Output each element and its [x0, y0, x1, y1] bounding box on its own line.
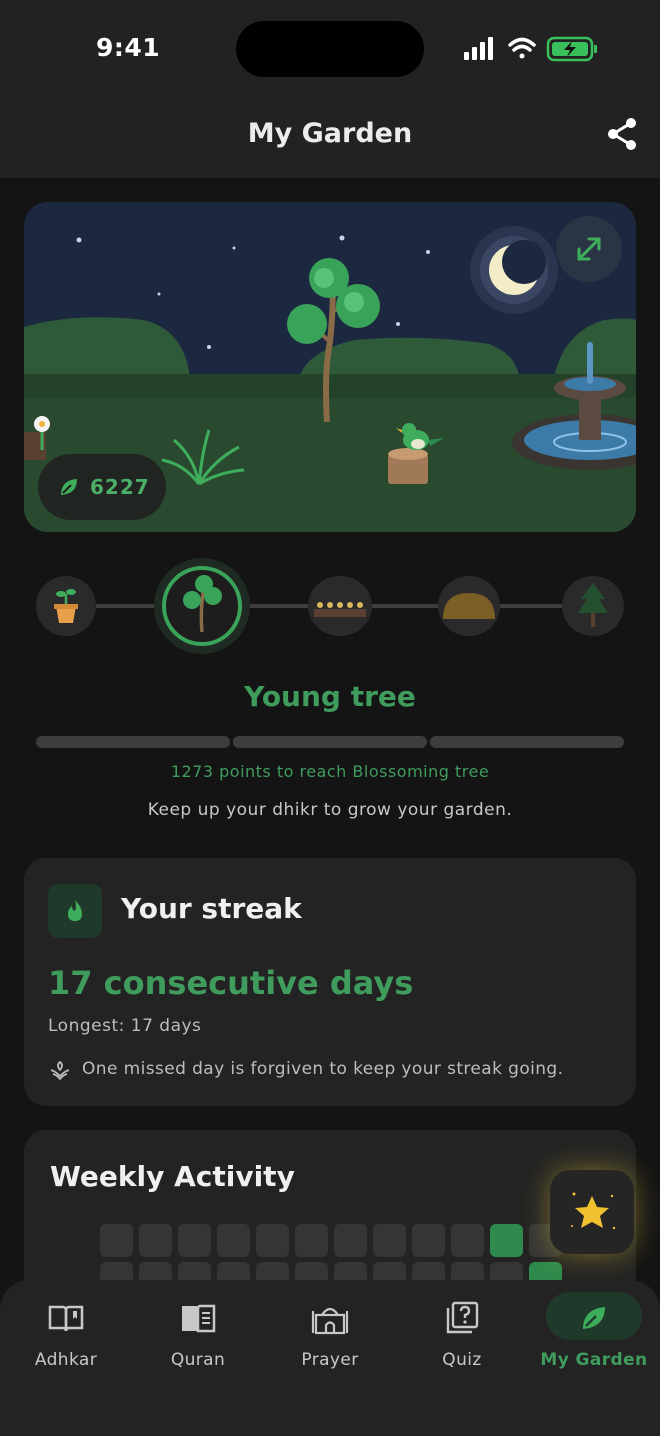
tab-adhkar[interactable]: Adhkar [0, 1290, 132, 1386]
tab-quran[interactable]: Quran [132, 1290, 264, 1386]
pine-tree-icon [578, 583, 608, 627]
young-tree-icon [162, 566, 242, 646]
dynamic-island [236, 21, 424, 77]
stage-connector [372, 604, 438, 608]
leaf-icon [61, 479, 77, 495]
moon-icon [470, 226, 558, 314]
streak-card: Your streak 17 consecutive days Longest:… [24, 858, 636, 1106]
streak-icon-box [48, 884, 102, 938]
signal-icon [464, 37, 493, 60]
share-icon[interactable] [602, 114, 642, 154]
activity-cell [334, 1224, 367, 1257]
activity-cell [217, 1224, 250, 1257]
flame-icon [68, 900, 82, 921]
stage-pine-tree[interactable] [562, 576, 624, 636]
rewards-button[interactable] [550, 1170, 634, 1254]
activity-cell [490, 1224, 523, 1257]
activity-cell [139, 1224, 172, 1257]
growth-stages [0, 556, 660, 656]
tab-label: Prayer [301, 1350, 359, 1370]
points-badge: 6227 [38, 454, 166, 520]
tab-label: Adhkar [34, 1350, 98, 1370]
flower-bed-icon [314, 602, 366, 617]
points-value: 6227 [90, 475, 150, 499]
expand-icon[interactable] [556, 216, 622, 282]
weekly-title: Weekly Activity [50, 1160, 295, 1193]
page-title: My Garden [247, 118, 413, 149]
encouragement-text: Keep up your dhikr to grow your garden. [147, 800, 513, 820]
activity-row [100, 1224, 562, 1257]
progress-segment [233, 736, 427, 748]
stage-connector [96, 604, 158, 608]
stage-title: Young tree [244, 680, 416, 713]
stage-connector [248, 604, 308, 608]
tab-label: My Garden [540, 1350, 648, 1370]
stump [388, 448, 428, 484]
stage-young-tree[interactable] [154, 558, 250, 654]
activity-cell [178, 1224, 211, 1257]
activity-cell [295, 1224, 328, 1257]
progress-segment [430, 736, 624, 748]
potted-sprout-icon [54, 589, 78, 623]
streak-longest: Longest: 17 days [48, 1016, 202, 1036]
status-icons [464, 36, 597, 62]
quiz-icon [446, 1301, 479, 1334]
streak-days: 17 consecutive days [48, 964, 414, 1002]
tab-label: Quran [170, 1350, 226, 1370]
tab-label: Quiz [442, 1350, 482, 1370]
status-time: 9:41 [96, 33, 161, 62]
points-to-next: 1273 points to reach Blossoming tree [170, 762, 490, 781]
stage-seedling[interactable] [36, 576, 96, 636]
activity-cell [100, 1224, 133, 1257]
top-bar: My Garden [0, 100, 660, 178]
bush-icon [443, 593, 495, 619]
star-icon [571, 1192, 616, 1230]
tab-quiz[interactable]: Quiz [396, 1290, 528, 1386]
leaf-icon [583, 1307, 605, 1329]
status-bar: 9:41 [0, 0, 660, 100]
stage-progress-bar [36, 736, 624, 748]
activity-cell [412, 1224, 445, 1257]
battery-icon [546, 36, 597, 62]
progress-segment [36, 736, 230, 748]
stage-connector [500, 604, 562, 608]
hands-plant-icon [50, 1061, 70, 1080]
streak-title: Your streak [121, 892, 302, 925]
activity-cell [256, 1224, 289, 1257]
mosque-icon [311, 1307, 349, 1335]
stage-bush[interactable] [438, 576, 500, 636]
activity-cell [373, 1224, 406, 1257]
tab-prayer[interactable]: Prayer [264, 1290, 396, 1386]
bottom-tab-bar: Adhkar Quran Prayer Quiz My Garden [0, 1280, 660, 1436]
activity-cell [451, 1224, 484, 1257]
wifi-icon [508, 37, 536, 59]
quran-icon [182, 1304, 216, 1333]
tab-my-garden[interactable]: My Garden [528, 1290, 660, 1386]
book-open-icon [48, 1305, 84, 1332]
garden-scene[interactable]: 6227 [24, 202, 636, 532]
streak-note: One missed day is forgiven to keep your … [82, 1059, 564, 1079]
stage-flower-bed[interactable] [308, 576, 372, 636]
